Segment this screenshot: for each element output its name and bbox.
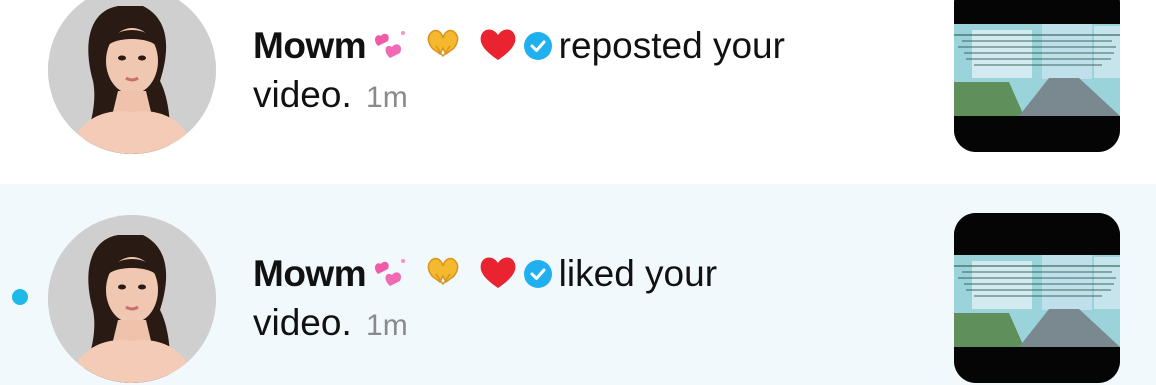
notification-row[interactable]: Mowm liked your video. 1m xyxy=(0,184,1156,385)
video-thumbnail-image xyxy=(954,213,1120,383)
username-link[interactable]: Mowm xyxy=(253,25,367,66)
avatar[interactable] xyxy=(48,0,216,154)
action-text: liked your xyxy=(558,253,718,294)
avatar-photo xyxy=(48,0,216,154)
red-heart-emoji xyxy=(477,252,519,292)
object-text: video. xyxy=(253,302,352,343)
notification-text: Mowm liked your video. 1m xyxy=(253,249,913,350)
heart-hands-emoji xyxy=(422,252,464,292)
verified-check-icon xyxy=(523,259,553,289)
unread-dot xyxy=(12,289,28,305)
pink-hearts-emoji xyxy=(368,24,410,64)
timestamp: 1m xyxy=(366,309,408,342)
avatar-photo xyxy=(48,215,216,383)
notification-row[interactable]: Mowm reposted your video. 1m xyxy=(0,0,1156,184)
timestamp: 1m xyxy=(366,81,408,114)
video-thumbnail-image xyxy=(954,0,1120,152)
red-heart-emoji xyxy=(477,24,519,64)
heart-hands-emoji xyxy=(422,24,464,64)
pink-hearts-emoji xyxy=(368,252,410,292)
action-text: reposted your xyxy=(558,25,785,66)
avatar[interactable] xyxy=(48,215,216,383)
video-thumbnail[interactable] xyxy=(954,0,1120,152)
video-thumbnail[interactable] xyxy=(954,213,1120,383)
verified-check-icon xyxy=(523,31,553,61)
username-link[interactable]: Mowm xyxy=(253,253,367,294)
object-text: video. xyxy=(253,74,352,115)
notification-text: Mowm reposted your video. 1m xyxy=(253,21,913,122)
